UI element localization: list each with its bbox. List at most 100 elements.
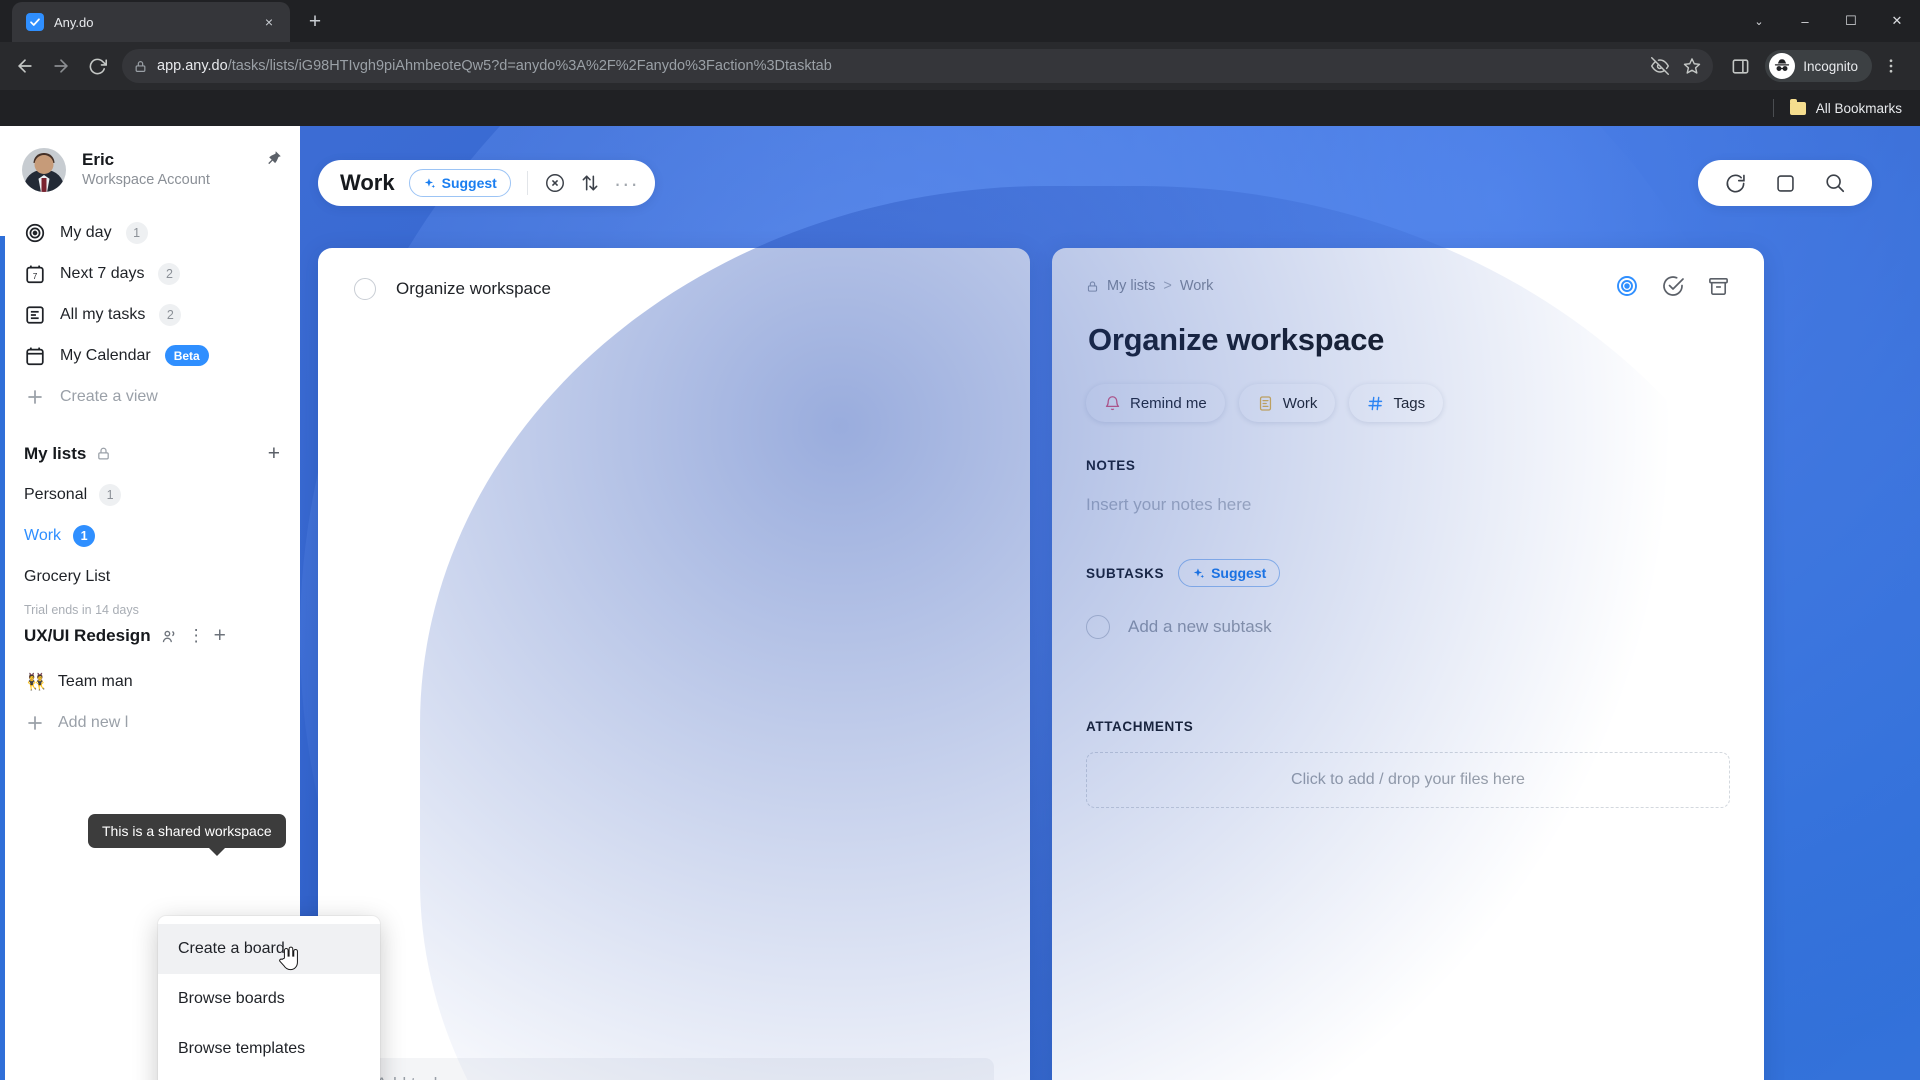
new-tab-button[interactable]: +: [300, 7, 330, 37]
remind-me-chip[interactable]: Remind me: [1086, 384, 1225, 422]
attachments-dropzone[interactable]: Click to add / drop your files here: [1086, 752, 1730, 808]
shared-workspace-tooltip: This is a shared workspace: [88, 814, 286, 856]
sidebar-item-label: All my tasks: [60, 305, 146, 323]
count-badge: 2: [158, 262, 181, 285]
side-panel-icon[interactable]: [1723, 49, 1757, 83]
list-label: Work: [24, 526, 62, 544]
add-list-button[interactable]: +: [268, 443, 280, 464]
sidebar-item-my-day[interactable]: My day 1: [0, 212, 300, 253]
profile-subtitle: Workspace Account: [82, 172, 210, 189]
suggest-label: Suggest: [1211, 565, 1267, 581]
add-new-list-button[interactable]: Add new l: [0, 702, 300, 743]
add-new-label: Add new l: [58, 713, 129, 731]
sidebar-item-grocery-list[interactable]: Grocery List: [0, 556, 300, 597]
suggest-button[interactable]: Suggest: [408, 169, 511, 197]
forward-button[interactable]: [44, 49, 78, 83]
hash-icon: [1367, 395, 1384, 412]
workspace-header: UX/UI Redesign ⋮ +: [0, 619, 300, 653]
subtask-checkbox[interactable]: [1086, 615, 1110, 639]
target-icon[interactable]: [1615, 274, 1639, 298]
menu-item-label: Browse boards: [178, 990, 285, 1007]
board-context-menu: Create a board Browse boards Browse temp…: [158, 916, 380, 1080]
check-circle-icon[interactable]: [1661, 274, 1685, 298]
toolbar-right: Incognito: [1723, 49, 1912, 83]
workspace-add-button[interactable]: +: [214, 624, 226, 648]
close-window-button[interactable]: ✕: [1874, 0, 1920, 42]
count-badge: 1: [125, 221, 148, 244]
menu-item-create-a-board-ai[interactable]: Create a board AI: [158, 1074, 380, 1080]
refresh-icon[interactable]: [1724, 172, 1747, 195]
count-badge: 1: [73, 524, 96, 547]
menu-item-browse-boards[interactable]: Browse boards: [158, 974, 380, 1024]
star-icon[interactable]: [1683, 57, 1701, 75]
incognito-label: Incognito: [1803, 58, 1858, 74]
window-controls: ⌄ – ☐ ✕: [1736, 0, 1920, 42]
sidebar-item-label: Next 7 days: [60, 264, 145, 282]
circle-x-icon[interactable]: [544, 172, 566, 194]
list-icon: [1257, 395, 1274, 412]
tab-close-icon[interactable]: ×: [258, 11, 280, 33]
board-emoji-icon: 👯: [26, 673, 46, 691]
breadcrumb-current[interactable]: Work: [1180, 278, 1214, 294]
list-label: Grocery List: [24, 567, 111, 585]
members-icon[interactable]: [161, 628, 178, 645]
tab-strip: Any.do × + ⌄ – ☐ ✕: [0, 0, 1920, 42]
task-checkbox[interactable]: [354, 278, 376, 300]
sidebar-item-personal[interactable]: Personal 1: [0, 474, 300, 515]
list-toolbar: Work Suggest ···: [318, 160, 655, 206]
calendar-7-icon: 7: [24, 263, 46, 285]
workspace-more-icon[interactable]: ⋮: [188, 627, 205, 644]
breadcrumb-root[interactable]: My lists: [1107, 278, 1155, 294]
suggest-label: Suggest: [441, 175, 497, 191]
add-subtask-row[interactable]: Add a new subtask: [1086, 615, 1730, 639]
chrome-menu-icon[interactable]: [1874, 49, 1908, 83]
sidebar-item-label: My day: [60, 223, 112, 241]
sparkle-icon: [423, 177, 436, 190]
tags-chip[interactable]: Tags: [1349, 384, 1444, 422]
menu-item-create-a-board[interactable]: Create a board: [158, 924, 380, 974]
square-icon[interactable]: [1775, 173, 1796, 194]
sidebar-item-my-calendar[interactable]: My Calendar Beta: [0, 335, 300, 376]
workspace-title: UX/UI Redesign: [24, 626, 151, 645]
menu-item-browse-templates[interactable]: Browse templates: [158, 1024, 380, 1074]
maximize-button[interactable]: ☐: [1828, 0, 1874, 42]
dropzone-label: Click to add / drop your files here: [1291, 771, 1525, 788]
pin-icon[interactable]: [267, 150, 282, 169]
all-bookmarks-label[interactable]: All Bookmarks: [1816, 101, 1902, 116]
subtasks-suggest-button[interactable]: Suggest: [1178, 559, 1281, 587]
incognito-profile-button[interactable]: Incognito: [1765, 50, 1872, 82]
nav-list: My day 1 7 Next 7 days 2 All my tasks 2: [0, 210, 300, 417]
attachments-section-label: ATTACHMENTS: [1086, 719, 1194, 734]
task-list-card: Organize workspace Add task: [318, 248, 1030, 1080]
target-icon: [24, 222, 46, 244]
sidebar-item-next-7-days[interactable]: 7 Next 7 days 2: [0, 253, 300, 294]
reload-button[interactable]: [80, 49, 114, 83]
more-horizontal-icon[interactable]: ···: [614, 172, 639, 194]
chip-label: Remind me: [1130, 394, 1207, 412]
sidebar-item-create-a-view[interactable]: Create a view: [0, 376, 300, 417]
eye-off-icon[interactable]: [1651, 57, 1670, 75]
add-task-input[interactable]: Add task: [354, 1058, 994, 1080]
archive-icon[interactable]: [1707, 275, 1730, 298]
sort-icon[interactable]: [580, 173, 600, 193]
tab-search-icon[interactable]: ⌄: [1736, 0, 1782, 42]
sidebar-item-all-my-tasks[interactable]: All my tasks 2: [0, 294, 300, 335]
incognito-icon: [1769, 53, 1796, 79]
sparkle-icon: [1192, 567, 1205, 580]
minimize-button[interactable]: –: [1782, 0, 1828, 42]
sidebar-board-team-man[interactable]: 👯 Team man: [0, 661, 300, 702]
profile-header[interactable]: Eric Workspace Account: [0, 126, 300, 210]
subtasks-section-label: SUBTASKS: [1086, 565, 1165, 581]
back-button[interactable]: [8, 49, 42, 83]
search-icon[interactable]: [1824, 172, 1846, 194]
address-bar[interactable]: app.any.do/tasks/lists/iG98HTIvgh9piAhmb…: [122, 49, 1714, 83]
notes-input[interactable]: Insert your notes here: [1086, 495, 1730, 515]
add-subtask-placeholder: Add a new subtask: [1128, 617, 1272, 636]
subtasks-header: SUBTASKS Suggest: [1086, 559, 1730, 587]
url-text: app.any.do/tasks/lists/iG98HTIvgh9piAhmb…: [157, 58, 1641, 74]
sidebar-item-work[interactable]: Work 1: [0, 515, 300, 556]
browser-tab[interactable]: Any.do ×: [12, 2, 290, 42]
task-row[interactable]: Organize workspace: [318, 248, 1030, 300]
browser-toolbar: app.any.do/tasks/lists/iG98HTIvgh9piAhmb…: [0, 42, 1920, 90]
list-chip[interactable]: Work: [1238, 384, 1336, 422]
